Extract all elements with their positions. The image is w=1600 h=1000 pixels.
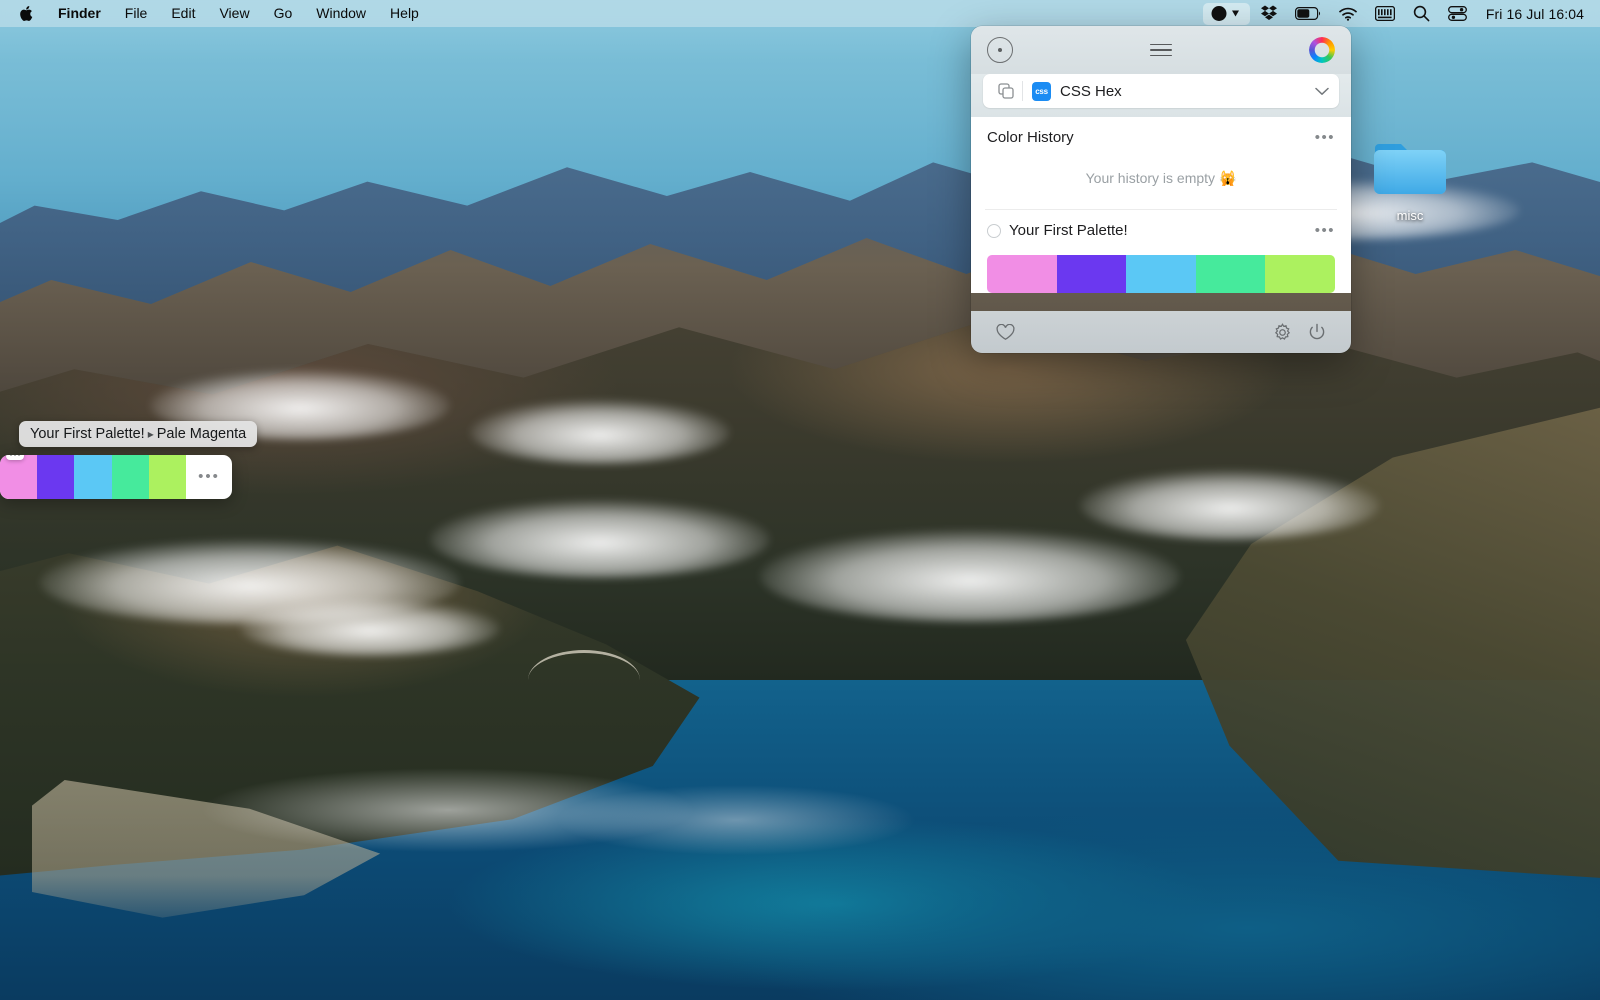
copy-icon[interactable]	[993, 83, 1019, 99]
format-selector-bar: css CSS Hex	[971, 74, 1351, 117]
color-history-title: Color History	[987, 129, 1074, 146]
tooltip-separator-icon: ▸	[147, 427, 154, 441]
menu-item-view[interactable]: View	[207, 0, 261, 27]
menu-item-help[interactable]: Help	[378, 0, 431, 27]
menu-item-file[interactable]: File	[113, 0, 160, 27]
color-picker-popover: css CSS Hex Color History ••• Your histo…	[971, 26, 1351, 353]
color-format-selector[interactable]: css CSS Hex	[983, 74, 1339, 108]
menu-item-window[interactable]: Window	[304, 0, 378, 27]
desktop-icon-label: misc	[1396, 208, 1424, 223]
wallpaper-cloud	[760, 530, 1180, 622]
palette-swatch[interactable]	[1056, 255, 1127, 293]
popover-footer	[971, 311, 1351, 353]
power-icon[interactable]	[1300, 323, 1334, 341]
floating-swatch[interactable]	[0, 455, 38, 499]
floating-swatch-row	[0, 455, 187, 499]
wallpaper-cloud	[430, 500, 770, 578]
wifi-icon[interactable]	[1330, 3, 1366, 25]
color-history-more-button[interactable]: •••	[1315, 130, 1335, 145]
wallpaper-cloud	[240, 600, 500, 656]
menu-bar-app-menus: Finder File Edit View Go Window Help	[0, 0, 431, 27]
color-picker-target-icon[interactable]	[987, 37, 1013, 63]
popover-body: Color History ••• Your history is empty …	[971, 117, 1351, 293]
chevron-down-icon[interactable]	[1315, 83, 1329, 99]
palette-swatch[interactable]	[987, 255, 1057, 293]
gear-icon[interactable]	[1265, 322, 1300, 342]
floating-swatch[interactable]	[74, 455, 112, 499]
color-history-header: Color History •••	[971, 117, 1351, 150]
spotlight-search-icon[interactable]	[1404, 3, 1439, 25]
floating-swatch[interactable]	[111, 455, 149, 499]
palette-header: Your First Palette! •••	[971, 210, 1351, 243]
color-history-empty-message: Your history is empty 🙀	[1085, 170, 1237, 186]
floating-bar-shell: •••	[0, 455, 232, 499]
palette-swatch-row	[987, 255, 1335, 293]
menu-item-edit[interactable]: Edit	[159, 0, 207, 27]
popover-header	[971, 26, 1351, 74]
palette-swatch[interactable]	[1265, 255, 1335, 293]
apple-logo-icon[interactable]	[0, 5, 46, 22]
menu-item-go[interactable]: Go	[262, 0, 305, 27]
floating-swatch[interactable]	[148, 455, 187, 499]
battery-icon[interactable]	[1286, 3, 1330, 25]
wallpaper-cloud	[470, 400, 730, 464]
folder-icon	[1372, 136, 1448, 203]
menu-item-finder[interactable]: Finder	[46, 0, 113, 27]
palette-select-radio[interactable]	[987, 223, 1001, 238]
format-label: CSS Hex	[1060, 82, 1122, 100]
input-source-icon[interactable]	[1366, 3, 1404, 25]
format-divider	[1022, 81, 1023, 101]
desktop-icon-misc[interactable]: misc	[1360, 136, 1460, 224]
palette-swatch[interactable]	[1195, 255, 1266, 293]
tooltip-color-name: Pale Magenta	[156, 426, 247, 442]
hamburger-menu-icon[interactable]	[1150, 43, 1172, 57]
heart-icon[interactable]	[988, 323, 1023, 341]
css-badge-icon: css	[1032, 81, 1051, 101]
menu-bar-status-items: Fri 16 Jul 16:04	[1201, 2, 1590, 25]
menu-bar: Finder File Edit View Go Window Help Fri…	[0, 0, 1600, 27]
wallpaper-cloud	[1080, 470, 1380, 540]
palette-tooltip: Your First Palette! ▸ Pale Magenta	[19, 421, 258, 447]
palette-more-button[interactable]: •••	[1315, 223, 1335, 238]
palette-title: Your First Palette!	[1009, 222, 1128, 239]
color-picker-menubar-icon[interactable]	[1202, 2, 1250, 25]
tooltip-palette-name: Your First Palette!	[30, 426, 145, 442]
palette-swatch[interactable]	[1126, 255, 1196, 293]
dropbox-icon[interactable]	[1252, 3, 1286, 25]
color-wheel-icon[interactable]	[1309, 37, 1335, 63]
floating-bar-more-button[interactable]: •••	[186, 455, 232, 499]
wallpaper-surf	[0, 760, 1600, 860]
floating-swatch[interactable]	[37, 455, 75, 499]
floating-palette-bar: Your First Palette! ▸ Pale Magenta •••	[0, 421, 258, 499]
control-center-icon[interactable]	[1439, 3, 1476, 25]
menu-bar-clock[interactable]: Fri 16 Jul 16:04	[1476, 6, 1590, 22]
drag-handle-icon[interactable]	[6, 455, 24, 460]
